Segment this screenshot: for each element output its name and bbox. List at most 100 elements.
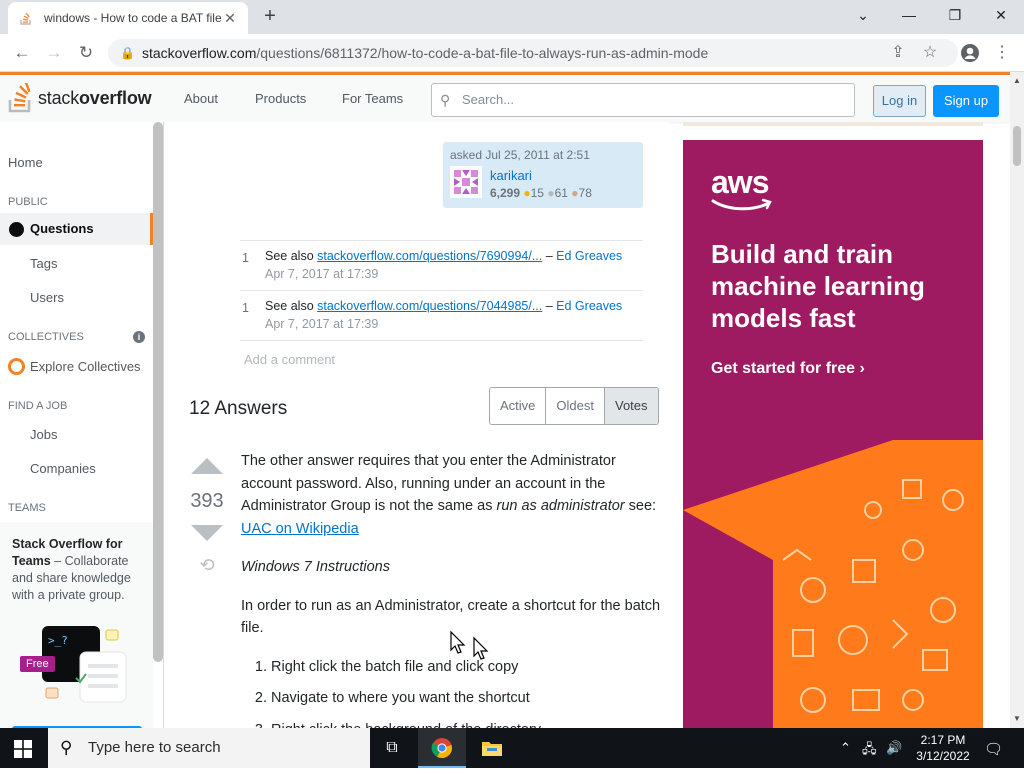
aws-ad[interactable]: aws Build and train machine learning mod… bbox=[683, 140, 983, 728]
nav-products[interactable]: Products bbox=[255, 91, 306, 106]
ad-frame: aws Build and train machine learning mod… bbox=[683, 122, 983, 728]
comment-dash: – bbox=[542, 249, 557, 263]
search-input[interactable]: ⚲ Search... bbox=[431, 83, 855, 117]
sidebar-heading-find-job: FIND A JOB bbox=[8, 400, 68, 412]
sidebar-item-explore-collectives[interactable]: Explore Collectives bbox=[30, 359, 141, 374]
windows-start-icon[interactable] bbox=[14, 740, 32, 758]
bronze-badge-icon: ● bbox=[571, 186, 579, 200]
bronze-count: 78 bbox=[578, 186, 592, 200]
close-tab-icon[interactable]: ✕ bbox=[222, 10, 238, 27]
notifications-icon[interactable]: 🗨 bbox=[984, 740, 1003, 758]
comment-score: 1 bbox=[242, 251, 249, 265]
profile-avatar-icon[interactable] bbox=[958, 41, 982, 65]
logo-word-b: overflow bbox=[79, 87, 152, 108]
asker-username[interactable]: karikari bbox=[490, 168, 532, 183]
scroll-up-arrow-icon[interactable]: ▲ bbox=[1013, 76, 1021, 85]
logo-wordmark: stackoverflow bbox=[38, 87, 152, 109]
restore-button[interactable]: ❐ bbox=[932, 0, 978, 30]
sidebar-item-tags[interactable]: Tags bbox=[30, 256, 57, 271]
scrollbar-thumb[interactable] bbox=[1013, 126, 1021, 166]
answer-text: see: bbox=[624, 498, 657, 514]
add-comment-link[interactable]: Add a comment bbox=[244, 352, 335, 367]
asker-card: asked Jul 25, 2011 at 2:51 karikari 6,29… bbox=[443, 142, 643, 208]
list-item: Right click the background of the direct… bbox=[271, 719, 661, 729]
comment: 1 See also stackoverflow.com/questions/7… bbox=[240, 290, 643, 333]
browser-tab[interactable]: windows - How to code a BAT file ✕ bbox=[8, 2, 248, 34]
scroll-down-arrow-icon[interactable]: ▼ bbox=[1013, 714, 1021, 723]
answer-paragraph: Windows 7 Instructions bbox=[241, 556, 661, 579]
sidebar-item-questions[interactable]: Questions bbox=[0, 213, 153, 245]
so-topbar: stackoverflow About Products For Teams ⚲… bbox=[0, 72, 1010, 122]
sidebar-heading-public: PUBLIC bbox=[8, 196, 48, 208]
back-arrow-icon[interactable]: ← bbox=[10, 41, 34, 65]
answer-paragraph: The other answer requires that you enter… bbox=[241, 450, 661, 540]
gold-badge-icon: ● bbox=[523, 186, 531, 200]
close-window-button[interactable]: ✕ bbox=[978, 0, 1024, 30]
history-icon[interactable]: ⟲ bbox=[189, 555, 225, 576]
taskbar-search[interactable]: ⚲ Type here to search bbox=[48, 728, 370, 768]
comment-text: See also bbox=[265, 299, 318, 313]
sidebar-scrollbar[interactable] bbox=[153, 122, 163, 662]
sidebar-item-home[interactable]: Home bbox=[8, 155, 43, 170]
share-icon[interactable]: ⇪ bbox=[886, 41, 910, 65]
chrome-taskbar-icon[interactable] bbox=[418, 728, 466, 768]
comment-link[interactable]: stackoverflow.com/questions/7690994/... bbox=[317, 249, 542, 263]
sidebar-item-companies[interactable]: Companies bbox=[30, 461, 96, 476]
sort-active-button[interactable]: Active bbox=[490, 388, 547, 424]
new-tab-button[interactable]: + bbox=[258, 4, 282, 28]
tray-chevron-icon[interactable]: ⌃ bbox=[840, 740, 851, 756]
stackoverflow-logo[interactable]: stackoverflow bbox=[8, 81, 152, 115]
sort-votes-button[interactable]: Votes bbox=[604, 388, 658, 424]
bookmark-star-icon[interactable]: ☆ bbox=[918, 41, 942, 65]
url-host: stackoverflow.com bbox=[142, 45, 257, 61]
file-explorer-icon[interactable] bbox=[468, 728, 516, 768]
reload-icon[interactable]: ↻ bbox=[74, 41, 98, 65]
url-field[interactable]: 🔒 stackoverflow.com/questions/6811372/ho… bbox=[108, 39, 958, 67]
comment-time[interactable]: Apr 7, 2017 at 17:39 bbox=[265, 317, 378, 331]
asker-reputation: 6,299 ●15 ●61 ●78 bbox=[490, 186, 592, 200]
comment-link[interactable]: stackoverflow.com/questions/7044985/... bbox=[317, 299, 542, 313]
teams-promo-text: Stack Overflow for Teams – Collaborate a… bbox=[12, 536, 142, 604]
main-content: asked Jul 25, 2011 at 2:51 karikari 6,29… bbox=[165, 122, 670, 728]
answer-emphasis: run as administrator bbox=[496, 498, 625, 514]
nav-about[interactable]: About bbox=[184, 91, 218, 106]
tab-search-chevron-icon[interactable]: ⌄ bbox=[840, 0, 886, 30]
comment-user[interactable]: Ed Greaves bbox=[556, 299, 622, 313]
sidebar-item-jobs[interactable]: Jobs bbox=[30, 427, 57, 442]
forward-arrow-icon[interactable]: → bbox=[42, 41, 66, 65]
windows-taskbar: ⚲ Type here to search ⧉ ⌃ 🖧 🔊 2:17 PM 3/… bbox=[0, 728, 1024, 768]
minimize-button[interactable]: — bbox=[886, 0, 932, 30]
page-scrollbar[interactable]: ▲ ▼ bbox=[1010, 72, 1024, 728]
ad-cta-link[interactable]: Get started for free › bbox=[711, 360, 865, 378]
downvote-arrow-icon[interactable] bbox=[191, 525, 223, 541]
left-sidebar: Home PUBLIC Questions Tags Users COLLECT… bbox=[0, 122, 164, 728]
info-icon[interactable]: i bbox=[133, 331, 145, 343]
nav-for-teams[interactable]: For Teams bbox=[342, 91, 403, 106]
ad-top-strip bbox=[683, 122, 983, 126]
stackoverflow-favicon-icon bbox=[20, 12, 31, 25]
network-icon[interactable]: 🖧 bbox=[862, 740, 877, 762]
volume-icon[interactable]: 🔊 bbox=[886, 740, 902, 756]
silver-count: 61 bbox=[554, 186, 568, 200]
user-avatar[interactable] bbox=[450, 166, 482, 198]
uac-wikipedia-link[interactable]: UAC on Wikipedia bbox=[241, 521, 359, 537]
sidebar-item-users[interactable]: Users bbox=[30, 290, 64, 305]
task-view-icon[interactable]: ⧉ bbox=[368, 728, 416, 768]
upvote-arrow-icon[interactable] bbox=[191, 458, 223, 474]
mouse-cursor-icon bbox=[450, 630, 489, 660]
sort-oldest-button[interactable]: Oldest bbox=[546, 388, 605, 424]
aws-logo: aws bbox=[711, 164, 769, 200]
silver-badge-icon: ● bbox=[547, 186, 555, 200]
comment-score: 1 bbox=[242, 301, 249, 315]
comment-time[interactable]: Apr 7, 2017 at 17:39 bbox=[265, 267, 378, 281]
collectives-icon bbox=[8, 358, 25, 375]
login-button[interactable]: Log in bbox=[873, 85, 926, 117]
search-icon: ⚲ bbox=[440, 92, 451, 108]
signup-button[interactable]: Sign up bbox=[933, 85, 999, 117]
clock-date: 3/12/2022 bbox=[916, 749, 970, 763]
comment-user[interactable]: Ed Greaves bbox=[556, 249, 622, 263]
comments-divider bbox=[240, 340, 643, 341]
browser-menu-icon[interactable]: ⋮ bbox=[990, 41, 1014, 65]
search-icon: ⚲ bbox=[60, 738, 73, 757]
taskbar-clock[interactable]: 2:17 PM 3/12/2022 bbox=[908, 732, 978, 764]
